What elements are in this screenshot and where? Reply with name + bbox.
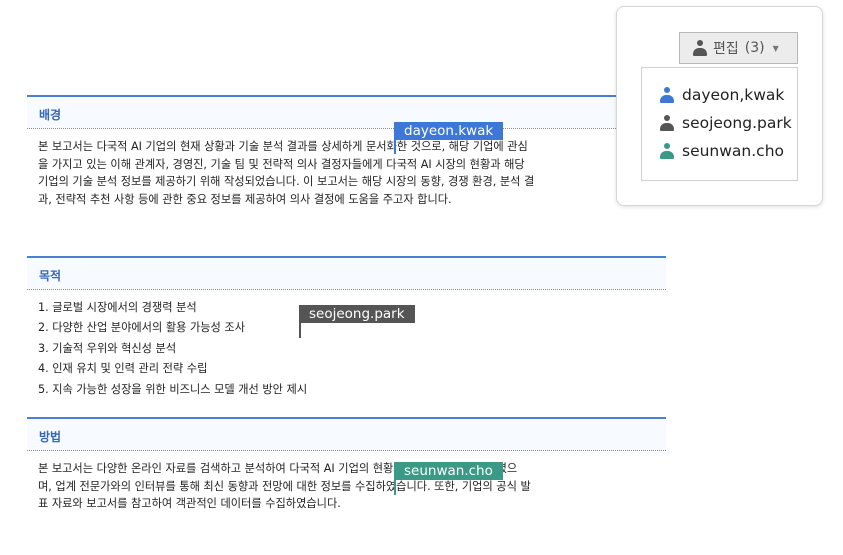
editor-name: seunwan.cho bbox=[682, 142, 785, 160]
paragraph-line: 며, 업계 전문가와의 인터뷰를 통해 최신 동향과 전망에 대한 정보를 수집… bbox=[38, 479, 531, 493]
user-icon bbox=[660, 87, 674, 103]
cursor-label-dayeon: dayeon.kwak bbox=[394, 122, 504, 140]
list-item: 5. 지속 가능한 성장을 위한 비즈니스 모델 개선 방안 제시 bbox=[38, 382, 308, 396]
text-caret-dayeon bbox=[394, 140, 396, 154]
list-item: 3. 기술적 우위와 혁신성 분석 bbox=[38, 341, 177, 355]
user-icon bbox=[660, 115, 674, 131]
paragraph-line: 본 보고서는 다양한 온라인 자료를 검색하고 분석하여 다국적 AI 기업의 … bbox=[38, 462, 518, 475]
section-title: 방법 bbox=[39, 430, 62, 444]
list-item: 4. 인재 유치 및 인력 관리 전략 수립 bbox=[38, 362, 208, 376]
edit-label: 편집 bbox=[713, 41, 739, 57]
text-caret-seunwan bbox=[394, 480, 396, 495]
paragraph-line: 본 보고서는 다국적 AI 기업의 현재 상황과 기술 분석 결과를 상세하게 … bbox=[38, 140, 528, 153]
user-icon bbox=[693, 40, 707, 56]
cursor-label-seojeong: seojeong.park bbox=[299, 305, 415, 323]
edit-users-dropdown-button[interactable]: 편집 (3) ▼ bbox=[679, 32, 798, 64]
editor-name: dayeon,kwak bbox=[682, 86, 785, 104]
user-icon bbox=[660, 143, 674, 159]
section-title: 배경 bbox=[39, 108, 62, 122]
editor-item-dayeon[interactable]: dayeon,kwak bbox=[660, 83, 784, 107]
text-caret-seojeong bbox=[299, 323, 301, 338]
paragraph-line: 을 가지고 있는 이해 관계자, 경영진, 기술 팀 및 전략적 의사 결정자들… bbox=[38, 157, 525, 171]
section-header-purpose: 목적 bbox=[27, 256, 666, 290]
paragraph-line: 표 자료와 보고서를 참고하여 객관적인 데이터를 수집하였습니다. bbox=[38, 497, 341, 511]
editor-name: seojeong.park bbox=[682, 114, 792, 132]
background-paragraph[interactable]: 본 보고서는 다국적 AI 기업의 현재 상황과 기술 분석 결과를 상세하게 … bbox=[38, 138, 658, 208]
cursor-label-seunwan: seunwan.cho bbox=[394, 462, 503, 480]
editors-popup: 편집 (3) ▼ dayeon,kwak seojeong.park seunw… bbox=[616, 6, 823, 206]
editor-item-seojeong[interactable]: seojeong.park bbox=[660, 111, 792, 135]
editor-list: dayeon,kwak seojeong.park seunwan.cho bbox=[641, 67, 798, 181]
editor-count: (3) bbox=[744, 40, 765, 56]
paragraph-line: 과, 전략적 추천 사항 등에 관한 중요 정보를 제공하여 의사 결정에 도움… bbox=[38, 192, 452, 206]
section-title: 목적 bbox=[39, 269, 62, 283]
editor-item-seunwan[interactable]: seunwan.cho bbox=[660, 139, 784, 163]
chevron-down-icon: ▼ bbox=[772, 43, 779, 53]
section-header-background: 배경 bbox=[27, 95, 666, 129]
section-header-method: 방법 bbox=[27, 417, 666, 451]
method-paragraph[interactable]: 본 보고서는 다양한 온라인 자료를 검색하고 분석하여 다국적 AI 기업의 … bbox=[38, 460, 658, 513]
paragraph-line: 기업의 기술 분석 정보를 제공하기 위해 작성되었습니다. 이 보고서는 해당… bbox=[38, 175, 535, 189]
